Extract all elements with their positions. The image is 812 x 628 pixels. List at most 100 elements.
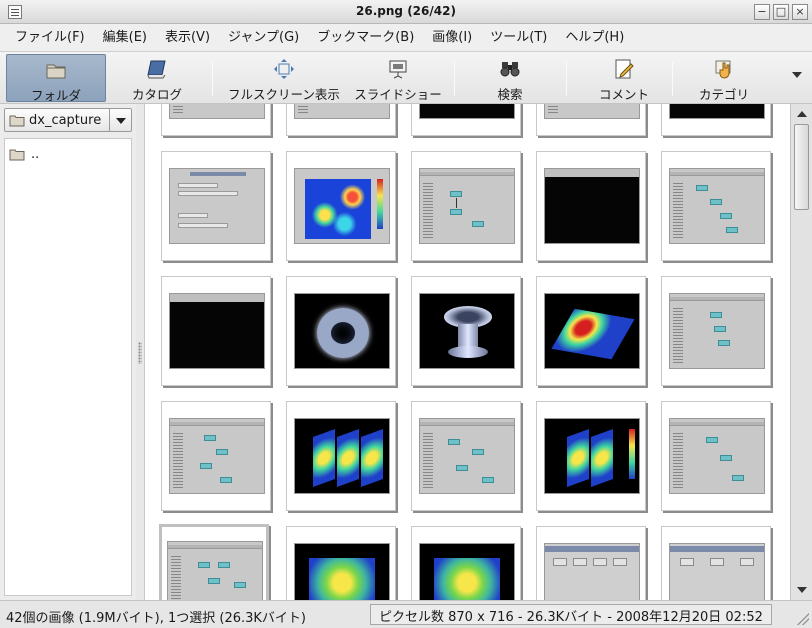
folder-button-label: フォルダ xyxy=(30,88,81,103)
binoculars-icon xyxy=(500,62,520,77)
status-image-info: ピクセル数 870 x 716 - 26.3Kバイト - 2008年12月20日… xyxy=(370,604,772,625)
thumbnail[interactable] xyxy=(411,151,521,261)
fullscreen-button-label: フルスクリーン表示 xyxy=(228,87,340,102)
directory-list: .. xyxy=(4,138,132,596)
slideshow-button-label: スライドショー xyxy=(354,87,442,102)
catalog-book-icon xyxy=(147,60,166,79)
thumbnail[interactable] xyxy=(661,276,771,386)
thumbnail[interactable] xyxy=(161,401,271,511)
thumbnail-image xyxy=(419,104,515,119)
close-button[interactable]: × xyxy=(792,4,808,20)
search-button-label: 検索 xyxy=(497,87,523,102)
thumbnail[interactable] xyxy=(411,104,521,136)
thumbnail[interactable] xyxy=(286,151,396,261)
slideshow-button[interactable]: スライドショー xyxy=(350,54,446,102)
title-bar: 26.png (26/42) − □ × xyxy=(0,0,812,24)
toolbar-separator xyxy=(672,62,673,96)
scrollbar-thumb[interactable] xyxy=(794,124,809,210)
menu-view[interactable]: 表示(V) xyxy=(156,24,219,52)
menu-bar: ファイル(F) 編集(E) 表示(V) ジャンプ(G) ブックマーク(B) 画像… xyxy=(0,24,812,52)
thumbnail[interactable] xyxy=(286,104,396,136)
thumbnail[interactable] xyxy=(536,151,646,261)
thumbnail[interactable] xyxy=(536,104,646,136)
menu-image[interactable]: 画像(I) xyxy=(423,24,481,52)
toolbar: フォルダ カタログ フルスクリーン表示 スライドショー 検索 コメント カテゴリ xyxy=(0,52,812,104)
menu-bookmarks[interactable]: ブックマーク(B) xyxy=(308,24,423,52)
toolbar-separator xyxy=(454,62,455,96)
thumbnail-image xyxy=(294,104,390,119)
thumbnail[interactable] xyxy=(536,526,646,600)
minimize-button[interactable]: − xyxy=(754,4,770,20)
vertical-scrollbar[interactable] xyxy=(790,104,812,600)
thumbnail[interactable] xyxy=(411,526,521,600)
status-bar: 42個の画像 (1.9Mバイト), 1つ選択 (26.3Kバイト) ピクセル数 … xyxy=(0,600,812,628)
pencil-note-icon xyxy=(615,59,634,79)
folder-icon xyxy=(9,115,25,127)
thumbnail-image xyxy=(294,168,390,244)
thumbnail-image xyxy=(669,543,765,600)
menu-tools[interactable]: ツール(T) xyxy=(481,24,556,52)
thumbnail-image xyxy=(169,168,265,244)
comment-button-label: コメント xyxy=(598,87,649,102)
thumbnail[interactable] xyxy=(411,276,521,386)
thumbnail[interactable] xyxy=(286,401,396,511)
thumbnail[interactable] xyxy=(661,526,771,600)
scroll-down-arrow-icon[interactable] xyxy=(794,582,810,598)
folder-selector[interactable]: dx_capture xyxy=(4,108,132,132)
thumbnail-selected[interactable] xyxy=(159,524,269,600)
category-button-label: カテゴリ xyxy=(698,87,749,102)
thumbnail-image xyxy=(544,418,640,494)
resize-grip-icon[interactable] xyxy=(797,613,809,625)
window-title: 26.png (26/42) xyxy=(356,4,456,18)
folder-button[interactable]: フォルダ xyxy=(6,54,106,103)
thumbnail[interactable] xyxy=(286,526,396,600)
thumbnail-grid xyxy=(144,104,790,600)
thumbnail-image xyxy=(669,293,765,369)
thumbnail[interactable] xyxy=(536,276,646,386)
thumbnail-image xyxy=(169,418,265,494)
thumbnail-image xyxy=(419,293,515,369)
folder-icon xyxy=(46,64,66,79)
thumbnail-image xyxy=(294,543,390,600)
thumbnail-image xyxy=(669,168,765,244)
maximize-button[interactable]: □ xyxy=(773,4,789,20)
comment-button[interactable]: コメント xyxy=(584,54,664,102)
thumbnail-image xyxy=(419,168,515,244)
scroll-up-arrow-icon[interactable] xyxy=(794,106,810,122)
list-item-parent-folder[interactable]: .. xyxy=(9,147,39,162)
folder-pane: dx_capture .. xyxy=(0,104,136,600)
menu-edit[interactable]: 編集(E) xyxy=(94,24,156,52)
thumbnail[interactable] xyxy=(161,151,271,261)
thumbnail-image xyxy=(419,418,515,494)
chevron-down-icon[interactable] xyxy=(109,109,131,131)
thumbnail-image xyxy=(294,418,390,494)
thumbnail[interactable] xyxy=(661,104,771,136)
toolbar-overflow-chevron-icon[interactable] xyxy=(792,72,802,78)
list-item-label: .. xyxy=(31,147,40,162)
thumbnail-image xyxy=(669,104,765,119)
thumbnail[interactable] xyxy=(161,104,271,136)
fullscreen-button[interactable]: フルスクリーン表示 xyxy=(222,54,346,102)
search-button[interactable]: 検索 xyxy=(470,54,550,102)
catalog-button[interactable]: カタログ xyxy=(116,54,198,102)
thumbnail-image xyxy=(167,541,263,600)
thumbnail[interactable] xyxy=(661,151,771,261)
catalog-button-label: カタログ xyxy=(131,87,182,102)
status-image-count: 42個の画像 (1.9Mバイト), 1つ選択 (26.3Kバイト) xyxy=(6,611,306,626)
slideshow-projector-icon xyxy=(389,60,407,79)
thumbnail[interactable] xyxy=(411,401,521,511)
pane-splitter[interactable] xyxy=(136,104,144,600)
window-controls: − □ × xyxy=(754,4,808,20)
thumbnail[interactable] xyxy=(161,276,271,386)
thumbnail[interactable] xyxy=(661,401,771,511)
category-button[interactable]: カテゴリ xyxy=(684,54,764,102)
menu-go[interactable]: ジャンプ(G) xyxy=(219,24,308,52)
thumbnail[interactable] xyxy=(536,401,646,511)
menu-file[interactable]: ファイル(F) xyxy=(6,24,94,52)
folder-selector-value: dx_capture xyxy=(29,113,102,128)
folder-icon xyxy=(9,149,25,161)
menu-help[interactable]: ヘルプ(H) xyxy=(556,24,633,52)
thumbnail-image xyxy=(544,543,640,600)
thumbnail[interactable] xyxy=(286,276,396,386)
toolbar-separator xyxy=(212,62,213,96)
